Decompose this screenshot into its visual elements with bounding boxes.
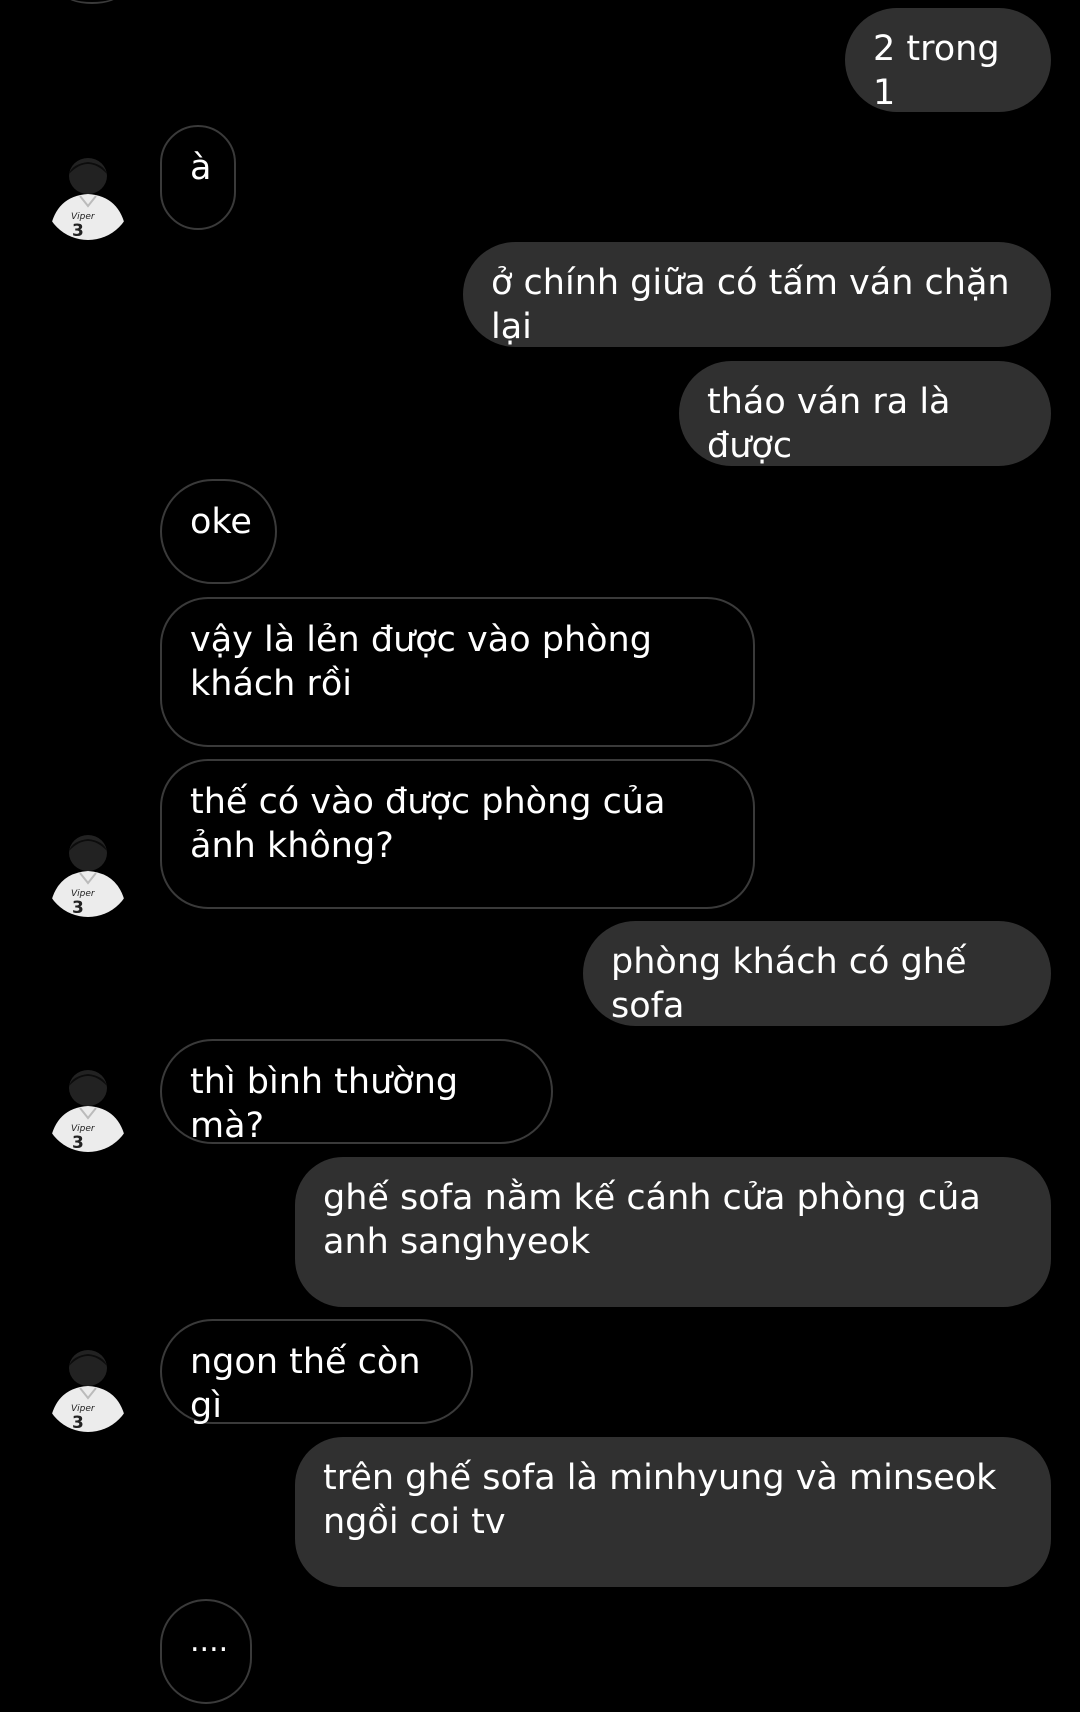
svg-text:3: 3: [72, 1413, 84, 1432]
sent-message-bubble[interactable]: ở chính giữa có tấm ván chặn lại: [463, 242, 1051, 347]
player-photo-icon: Viper 3: [44, 1064, 132, 1152]
svg-text:3: 3: [72, 221, 84, 240]
sent-message-bubble[interactable]: trên ghế sofa là minhyung và minseok ngồ…: [295, 1437, 1051, 1587]
player-photo-icon: Viper 3: [44, 1344, 132, 1432]
received-message-bubble[interactable]: thì bình thường mà?: [160, 1039, 553, 1146]
sent-message-bubble[interactable]: phòng khách có ghế sofa: [583, 921, 1051, 1026]
contact-avatar[interactable]: Viper 3: [44, 829, 132, 917]
chat-thread: 2 trong 1 Viper 3 à ở chính giữa có tấm …: [0, 0, 1080, 1712]
sent-message-bubble[interactable]: 2 trong 1: [845, 8, 1051, 113]
svg-text:3: 3: [72, 898, 84, 917]
sent-message-bubble[interactable]: tháo ván ra là được: [679, 361, 1051, 466]
player-photo-icon: Viper 3: [44, 152, 132, 240]
contact-avatar[interactable]: Viper 3: [44, 1064, 132, 1152]
received-message-bubble[interactable]: à: [160, 125, 236, 230]
player-photo-icon: Viper 3: [44, 829, 132, 917]
sent-message-bubble[interactable]: ghế sofa nằm kế cánh cửa phòng của anh s…: [295, 1157, 1051, 1307]
received-message-bubble[interactable]: thế có vào được phòng của ảnh không?: [160, 759, 755, 909]
received-message-bubble[interactable]: vậy là lẻn được vào phòng khách rồi: [160, 597, 755, 747]
svg-text:3: 3: [72, 1133, 84, 1152]
received-message-bubble[interactable]: ngon thế còn gì: [160, 1319, 473, 1426]
contact-avatar[interactable]: Viper 3: [44, 1344, 132, 1432]
previous-avatar-edge: [64, 0, 120, 4]
received-message-bubble[interactable]: ....: [160, 1599, 252, 1704]
contact-avatar[interactable]: Viper 3: [44, 152, 132, 240]
received-message-bubble[interactable]: oke: [160, 479, 277, 584]
